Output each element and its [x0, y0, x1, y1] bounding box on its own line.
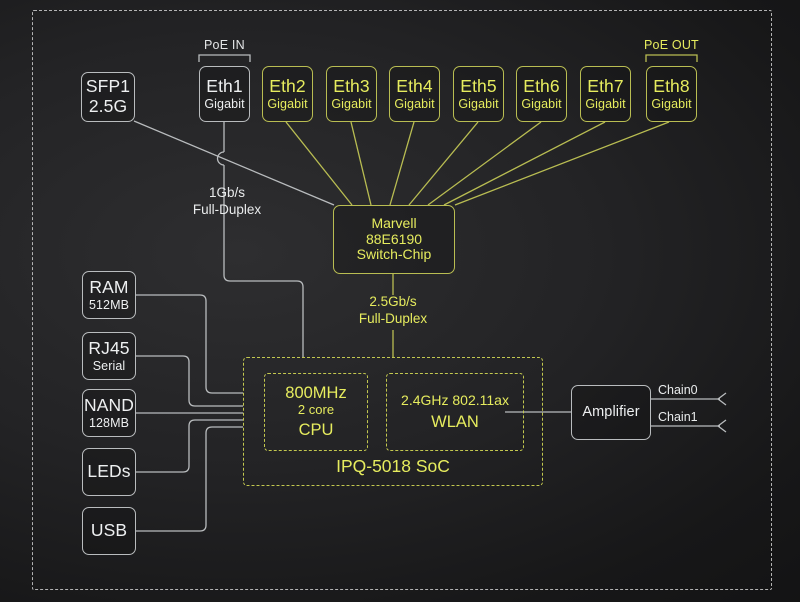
eth5-name: Eth5 [460, 75, 497, 96]
cpu-label: CPU [298, 420, 334, 439]
eth7-name: Eth7 [587, 75, 624, 96]
port-box-eth7[interactable]: Eth7 Gigabit [580, 66, 631, 122]
amplifier-box[interactable]: Amplifier [571, 385, 651, 440]
sfp-link-duplex: Full-Duplex [192, 201, 262, 217]
soc-cpu-block[interactable]: 800MHz 2 core CPU [264, 373, 368, 451]
port-box-eth6[interactable]: Eth6 Gigabit [516, 66, 567, 122]
eth3-speed: Gigabit [331, 97, 372, 112]
switch-link-speed: 2.5Gb/s [369, 294, 417, 309]
port-box-eth4[interactable]: Eth4 Gigabit [389, 66, 440, 122]
port-box-sfp1[interactable]: SFP1 2.5G [81, 72, 135, 122]
poe-in-label: PoE IN [204, 38, 245, 52]
amplifier-label: Amplifier [582, 404, 640, 421]
eth7-speed: Gigabit [585, 97, 626, 112]
eth4-speed: Gigabit [394, 97, 435, 112]
soc-wlan-block[interactable]: 2.4GHz 802.11ax WLAN [386, 373, 524, 451]
eth1-speed: Gigabit [204, 97, 245, 112]
eth5-speed: Gigabit [458, 97, 499, 112]
port-box-eth3[interactable]: Eth3 Gigabit [326, 66, 377, 122]
ram-name: RAM [89, 276, 129, 297]
sfp-link-speed: 1Gb/s [208, 185, 246, 200]
diagram-canvas: PoE IN PoE OUT SFP1 2.5G Eth1 Gigabit Et… [0, 0, 800, 602]
peripheral-box-usb[interactable]: USB [82, 507, 136, 555]
wlan-label: WLAN [431, 412, 479, 431]
switch-link-label: 2.5Gb/s Full-Duplex [343, 294, 443, 328]
sfp1-speed: 2.5G [88, 96, 128, 116]
port-box-eth5[interactable]: Eth5 Gigabit [453, 66, 504, 122]
eth4-name: Eth4 [396, 75, 433, 96]
chain0-label: Chain0 [658, 383, 698, 397]
chain1-label: Chain1 [658, 410, 698, 424]
peripheral-box-leds[interactable]: LEDs [82, 448, 136, 496]
nand-detail: 128MB [88, 416, 130, 431]
sfp1-name: SFP1 [85, 76, 131, 97]
wlan-spec: 2.4GHz 802.11ax [401, 392, 509, 409]
cpu-cores: 2 core [297, 402, 335, 418]
rj45-detail: Serial [92, 359, 126, 374]
eth8-speed: Gigabit [651, 97, 692, 112]
ram-detail: 512MB [88, 298, 130, 313]
cpu-frequency: 800MHz [285, 384, 347, 403]
switch-chip-model: 88E6190 [365, 230, 423, 247]
eth2-speed: Gigabit [267, 97, 308, 112]
peripheral-box-rj45[interactable]: RJ45 Serial [82, 332, 136, 380]
peripheral-box-ram[interactable]: RAM 512MB [82, 271, 136, 319]
switch-chip-type: Switch-Chip [356, 246, 432, 263]
port-box-eth2[interactable]: Eth2 Gigabit [262, 66, 313, 122]
eth6-name: Eth6 [523, 75, 560, 96]
eth3-name: Eth3 [333, 75, 370, 96]
eth8-name: Eth8 [653, 75, 690, 96]
soc-title: IPQ-5018 SoC [336, 456, 450, 476]
eth6-speed: Gigabit [521, 97, 562, 112]
rj45-name: RJ45 [88, 337, 130, 358]
nand-name: NAND [84, 394, 134, 415]
switch-chip-box[interactable]: Marvell 88E6190 Switch-Chip [333, 205, 455, 274]
peripheral-box-nand[interactable]: NAND 128MB [82, 389, 136, 437]
eth1-name: Eth1 [206, 75, 243, 96]
switch-chip-vendor: Marvell [371, 214, 417, 231]
sfp-link-label: 1Gb/s Full-Duplex [177, 185, 277, 219]
usb-name: USB [90, 520, 128, 541]
eth2-name: Eth2 [269, 75, 306, 96]
port-box-eth8[interactable]: Eth8 Gigabit [646, 66, 697, 122]
switch-link-duplex: Full-Duplex [358, 310, 428, 326]
port-box-eth1[interactable]: Eth1 Gigabit [199, 66, 250, 122]
poe-out-label: PoE OUT [644, 38, 699, 52]
leds-name: LEDs [87, 461, 131, 482]
